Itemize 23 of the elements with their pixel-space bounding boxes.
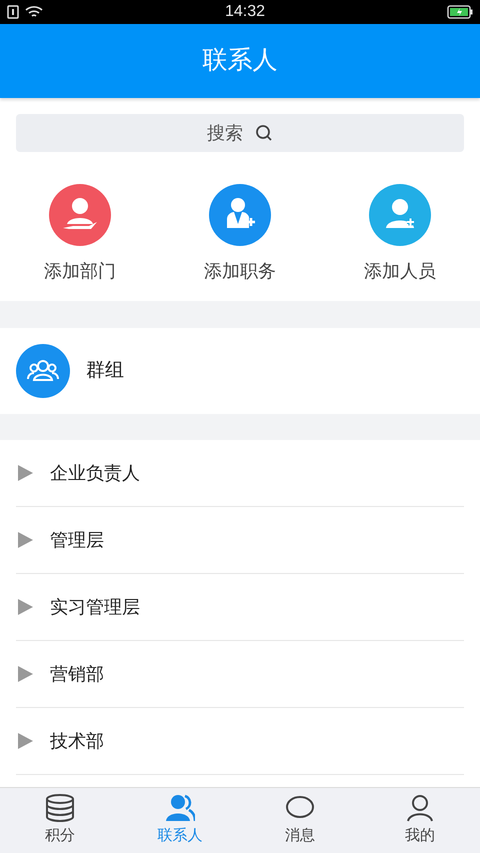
department-row[interactable]: 技术部 (16, 708, 464, 775)
department-row[interactable]: 营销部 (16, 641, 464, 708)
people-icon (16, 344, 70, 398)
page-title: 联系人 (202, 45, 278, 76)
search-field[interactable]: 搜索 (16, 114, 464, 152)
add-action-button[interactable]: 添加部门 (0, 184, 160, 285)
department-row[interactable]: 实习管理层 (16, 574, 464, 641)
person-icon (405, 793, 435, 824)
group-row[interactable]: 群组 (0, 328, 480, 414)
database-icon (45, 793, 75, 824)
clock: 14:32 (224, 2, 266, 22)
department-row[interactable]: 企业负责人 (16, 440, 464, 507)
nav-tab[interactable]: 积分 (0, 788, 120, 853)
add-action-button[interactable]: 添加人员 (320, 184, 480, 285)
people-icon (165, 793, 195, 824)
search-icon (255, 124, 273, 142)
wifi-icon (25, 5, 43, 19)
battery-icon (446, 5, 473, 19)
sim-card-icon (7, 5, 19, 19)
nav-tab[interactable]: 消息 (240, 788, 360, 853)
department-row[interactable]: 管理层 (16, 507, 464, 574)
nav-tab[interactable]: 我的 (360, 788, 480, 853)
add-action-button[interactable]: 添加职务 (160, 184, 320, 285)
